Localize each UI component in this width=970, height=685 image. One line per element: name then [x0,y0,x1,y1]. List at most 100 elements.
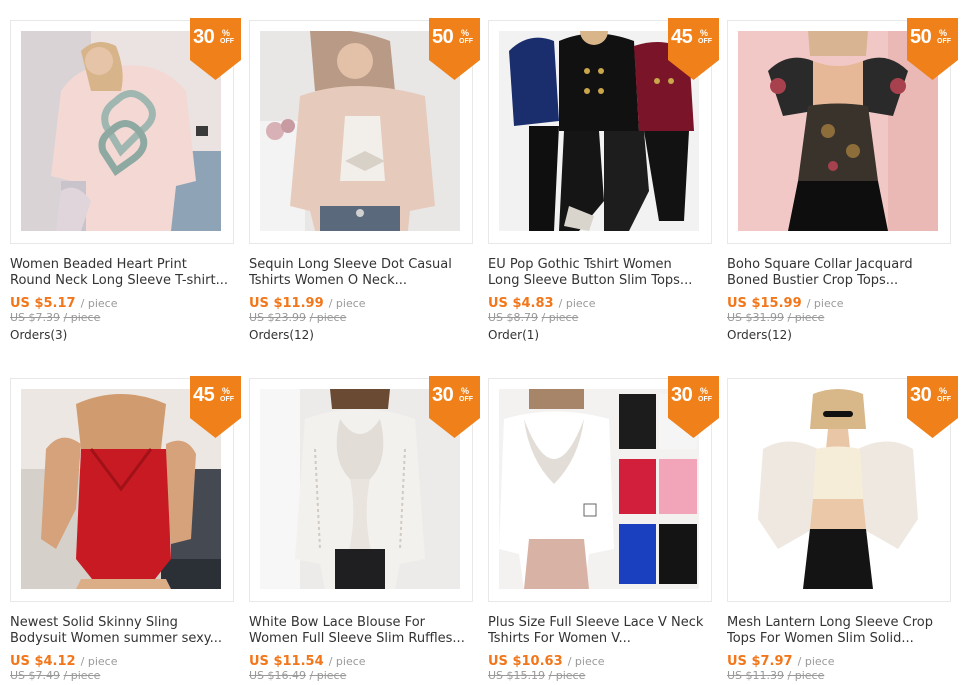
price-unit: / piece [80,655,118,668]
price-unit: / piece [567,655,605,668]
product-grid: 30 % OFF Women Beaded Heart Print Round … [0,0,970,685]
discount-percent: % [461,28,470,38]
discount-value: 30 [671,384,693,406]
original-price-row: US $7.39 / piece [10,311,100,324]
original-price-row: US $11.39 / piece [727,669,824,682]
original-price: US $16.49 [249,669,307,682]
price-unit: / piece [558,297,596,310]
orders-count: Orders(3) [10,328,68,342]
discount-badge: 50 % OFF [907,18,958,82]
price-row: US $4.12 / piece [10,650,118,669]
product-title-line[interactable]: Newest Solid Skinny Sling [10,615,235,631]
discount-value: 45 [671,26,693,48]
discount-value: 30 [432,384,454,406]
original-price: US $8.79 [488,311,539,324]
current-price: US $15.99 [727,296,802,311]
original-price-row: US $23.99 / piece [249,311,346,324]
price-row: US $11.54 / piece [249,650,366,669]
product-title-line[interactable]: Women Beaded Heart Print [10,257,235,273]
price-unit: / piece [797,655,835,668]
original-price-unit: / piece [63,669,101,682]
discount-percent: % [222,386,231,396]
product-title[interactable]: Sequin Long Sleeve Dot Casual Tshirts Wo… [249,257,474,289]
product-title[interactable]: Women Beaded Heart Print Round Neck Long… [10,257,235,289]
price-row: US $11.99 / piece [249,292,366,311]
discount-value: 50 [432,26,454,48]
current-price: US $5.17 [10,296,76,311]
product-card[interactable]: 45 % OFF EU Pop Gothic Tshirt Women Long… [488,18,719,360]
product-card[interactable]: 50 % OFF Boho Square Collar Jacquard Bon… [727,18,958,360]
discount-badge: 30 % OFF [668,376,719,440]
product-title-line[interactable]: Round Neck Long Sleeve T-shirt... [10,273,235,289]
discount-badge: 50 % OFF [429,18,480,82]
discount-percent: % [461,386,470,396]
discount-value: 30 [193,26,215,48]
original-price-row: US $15.19 / piece [488,669,585,682]
discount-off: OFF [459,396,473,403]
product-title-line[interactable]: White Bow Lace Blouse For [249,615,474,631]
product-title[interactable]: EU Pop Gothic Tshirt Women Long Sleeve B… [488,257,713,289]
product-title-line[interactable]: EU Pop Gothic Tshirt Women [488,257,713,273]
product-card[interactable]: 30 % OFF White Bow Lace Blouse For Women… [249,376,480,685]
orders-count: Orders(12) [727,328,792,342]
price-unit: / piece [80,297,118,310]
discount-percent: % [700,386,709,396]
product-title-line[interactable]: Tshirts For Women V... [488,631,713,647]
discount-off: OFF [937,396,951,403]
discount-badge: 30 % OFF [907,376,958,440]
orders-count: Orders(12) [249,328,314,342]
current-price: US $11.54 [249,654,324,669]
original-price-row: US $7.49 / piece [10,669,100,682]
product-card[interactable]: 30 % OFF Women Beaded Heart Print Round … [10,18,241,360]
original-price: US $15.19 [488,669,546,682]
product-title[interactable]: White Bow Lace Blouse For Women Full Sle… [249,615,474,647]
product-title[interactable]: Plus Size Full Sleeve Lace V Neck Tshirt… [488,615,713,647]
product-title[interactable]: Mesh Lantern Long Sleeve Crop Tops For W… [727,615,952,647]
original-price-unit: / piece [309,311,347,324]
product-card[interactable]: 30 % OFF Plus Size Full Sleeve Lace V Ne… [488,376,719,685]
original-price-unit: / piece [309,669,347,682]
product-title-line[interactable]: Tops For Women Slim Solid... [727,631,952,647]
product-title[interactable]: Newest Solid Skinny Sling Bodysuit Women… [10,615,235,647]
price-row: US $15.99 / piece [727,292,844,311]
product-card[interactable]: 45 % OFF Newest Solid Skinny Sling Bodys… [10,376,241,685]
discount-value: 50 [910,26,932,48]
product-title-line[interactable]: Women Full Sleeve Slim Ruffles... [249,631,474,647]
original-price-row: US $8.79 / piece [488,311,578,324]
discount-badge: 30 % OFF [190,18,241,82]
discount-off: OFF [220,396,234,403]
product-title-line[interactable]: Boned Bustier Crop Tops... [727,273,952,289]
price-unit: / piece [806,297,844,310]
original-price-row: US $16.49 / piece [249,669,346,682]
discount-badge: 45 % OFF [190,376,241,440]
discount-off: OFF [220,38,234,45]
original-price: US $7.39 [10,311,61,324]
current-price: US $7.97 [727,654,793,669]
price-row: US $5.17 / piece [10,292,118,311]
original-price-unit: / piece [63,311,101,324]
original-price-unit: / piece [541,311,579,324]
product-title-line[interactable]: Long Sleeve Button Slim Tops... [488,273,713,289]
discount-percent: % [939,386,948,396]
original-price-row: US $31.99 / piece [727,311,824,324]
original-price-unit: / piece [787,311,825,324]
product-card[interactable]: 30 % OFF Mesh Lantern Long Sleeve Crop T… [727,376,958,685]
product-title[interactable]: Boho Square Collar Jacquard Boned Bustie… [727,257,952,289]
discount-percent: % [700,28,709,38]
original-price: US $23.99 [249,311,307,324]
current-price: US $4.83 [488,296,554,311]
original-price: US $11.39 [727,669,785,682]
discount-off: OFF [937,38,951,45]
discount-off: OFF [459,38,473,45]
product-card[interactable]: 50 % OFF Sequin Long Sleeve Dot Casual T… [249,18,480,360]
price-row: US $4.83 / piece [488,292,596,311]
product-title-line[interactable]: Tshirts Women O Neck... [249,273,474,289]
original-price: US $31.99 [727,311,785,324]
product-title-line[interactable]: Sequin Long Sleeve Dot Casual [249,257,474,273]
product-title-line[interactable]: Bodysuit Women summer sexy... [10,631,235,647]
discount-percent: % [222,28,231,38]
product-title-line[interactable]: Mesh Lantern Long Sleeve Crop [727,615,952,631]
product-title-line[interactable]: Boho Square Collar Jacquard [727,257,952,273]
discount-badge: 30 % OFF [429,376,480,440]
product-title-line[interactable]: Plus Size Full Sleeve Lace V Neck [488,615,713,631]
